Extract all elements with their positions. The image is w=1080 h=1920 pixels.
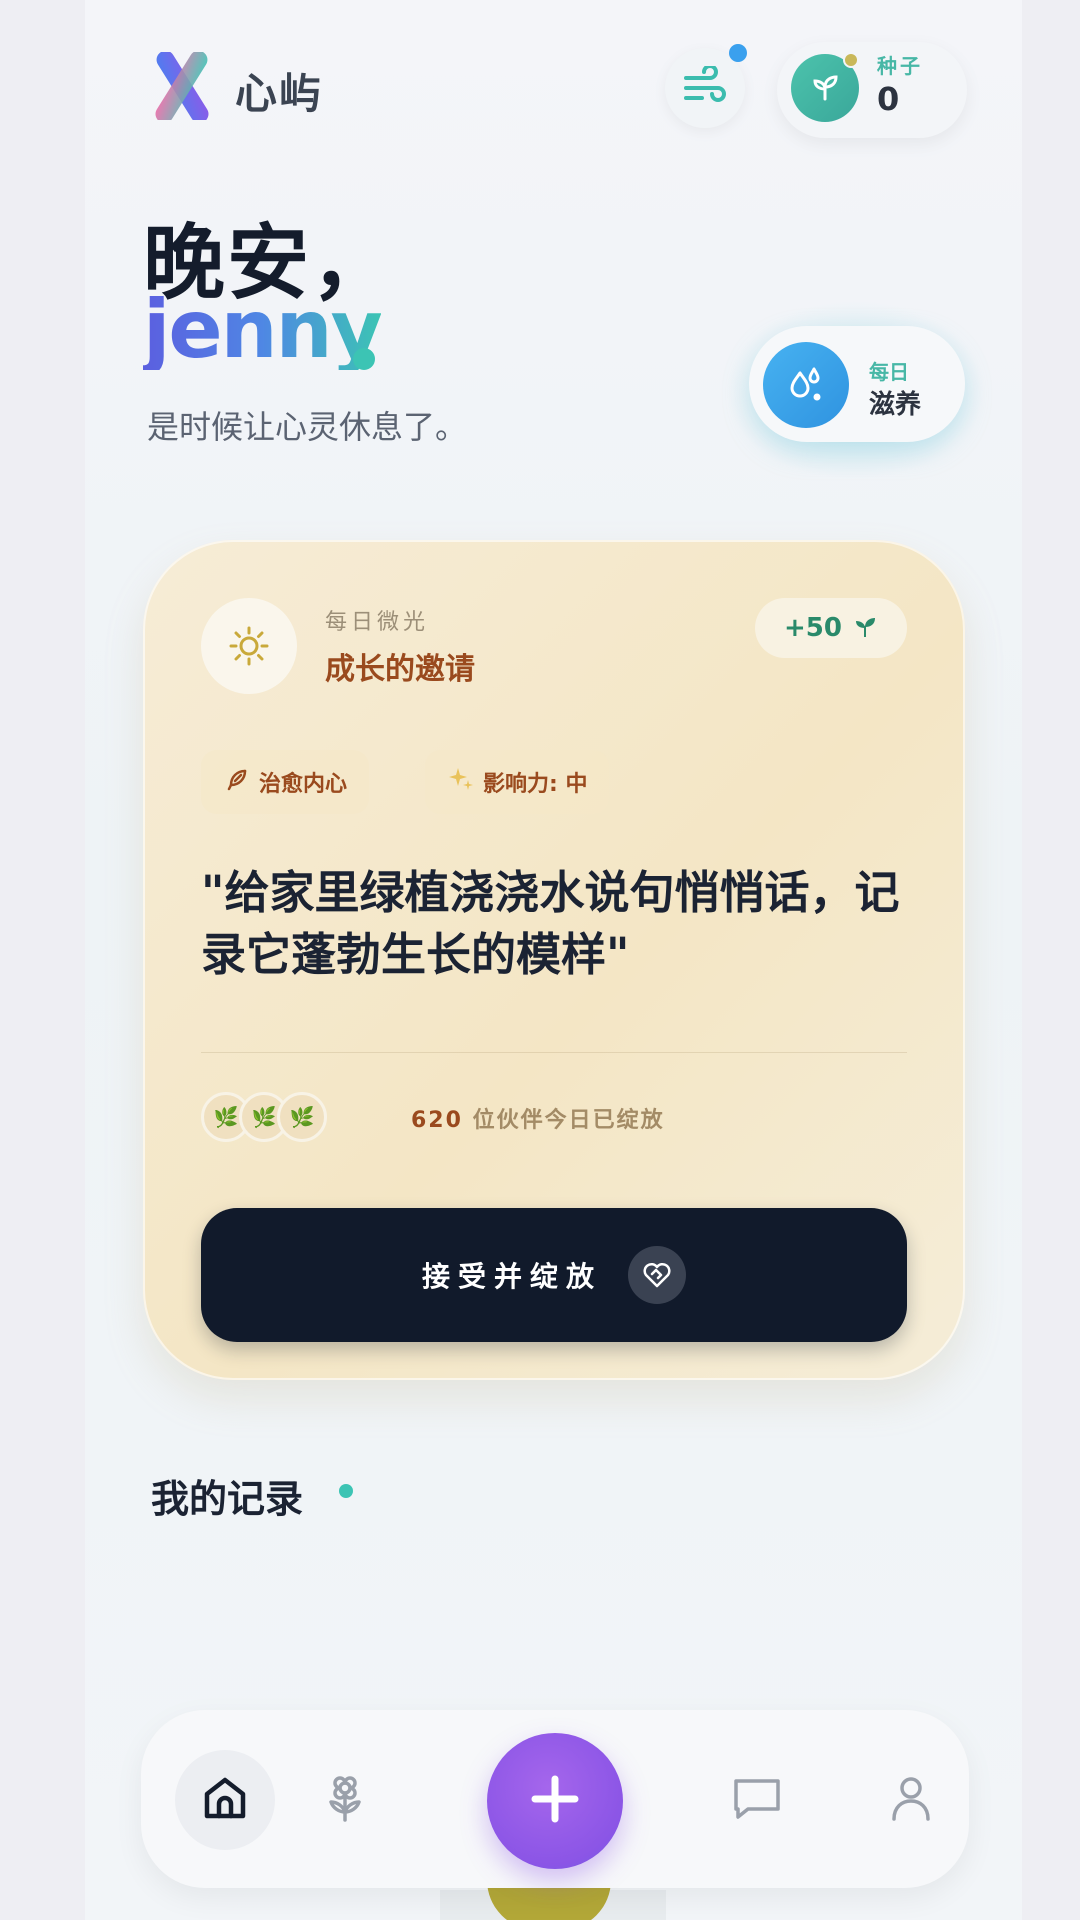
home-icon <box>199 1772 251 1828</box>
flower-icon <box>321 1772 369 1828</box>
records-dot <box>339 1484 353 1498</box>
leaf-icon: 🌿 <box>277 1092 327 1142</box>
records-heading: 我的记录 <box>151 1477 304 1521</box>
sprout-icon <box>852 613 878 643</box>
daily-task-card: 每日微光 成长的邀请 +50 治愈内心 影响力: 中 "给家里绿植浇浇水说句悄悄… <box>143 540 965 1380</box>
nourish-label-line2: 滋养 <box>869 390 922 420</box>
nav-messages[interactable] <box>707 1750 807 1850</box>
nav-garden[interactable] <box>295 1750 395 1850</box>
notification-dot <box>729 44 747 62</box>
card-divider <box>201 1052 907 1053</box>
seeds-label: 种子 <box>877 54 923 78</box>
nav-home[interactable] <box>175 1750 275 1850</box>
partners-count-text: 620 位伙伴今日已绽放 <box>411 1102 665 1134</box>
tag-label: 治愈内心 <box>259 772 348 797</box>
tag-heal: 治愈内心 <box>201 750 370 814</box>
brand-name: 心屿 <box>235 69 324 118</box>
nav-profile[interactable] <box>861 1750 961 1850</box>
partners-label: 位伙伴今日已绽放 <box>472 1108 665 1133</box>
reward-badge: +50 <box>755 598 907 658</box>
heart-handshake-icon <box>628 1246 686 1304</box>
username-dot <box>353 348 375 370</box>
daily-nourish-button[interactable]: 每日 滋养 <box>749 326 965 442</box>
card-title: 成长的邀请 <box>325 652 475 687</box>
card-kicker: 每日微光 <box>325 610 430 635</box>
reward-amount: +50 <box>784 613 842 643</box>
water-drops-icon <box>763 342 849 428</box>
partners-count: 620 <box>411 1108 463 1133</box>
sparkles-icon <box>447 765 475 799</box>
sprout-icon <box>808 69 842 107</box>
nourish-label-line1: 每日 <box>869 360 909 384</box>
chat-icon <box>730 1773 784 1827</box>
plus-icon <box>529 1773 581 1829</box>
tag-label: 影响力: 中 <box>483 772 588 797</box>
tag-impact: 影响力: 中 <box>425 750 610 814</box>
feather-icon <box>223 765 251 799</box>
seeds-counter[interactable]: 种子 0 <box>777 42 967 138</box>
profile-icon <box>888 1773 934 1827</box>
add-button[interactable] <box>487 1733 623 1869</box>
seeds-count: 0 <box>877 80 900 118</box>
greeting-subtitle: 是时候让心灵休息了。 <box>147 408 468 446</box>
status-dot <box>843 52 859 68</box>
greeting-username: jenny <box>143 283 383 376</box>
accept-label: 接受并绽放 <box>421 1260 602 1293</box>
brand-logo <box>151 50 213 123</box>
wind-icon <box>682 64 728 110</box>
sun-icon <box>201 598 297 694</box>
task-quote: "给家里绿植浇浇水说句悄悄话，记录它蓬勃生长的模样" <box>201 866 900 981</box>
partner-avatars: 🌿 🌿 🌿 <box>201 1092 341 1142</box>
accept-bloom-button[interactable]: 接受并绽放 <box>201 1208 907 1342</box>
app-screen: 心屿 种子 0 晚安， jenny 是时候让心灵休息了。 每日 滋养 每日微光 … <box>85 0 1022 1920</box>
